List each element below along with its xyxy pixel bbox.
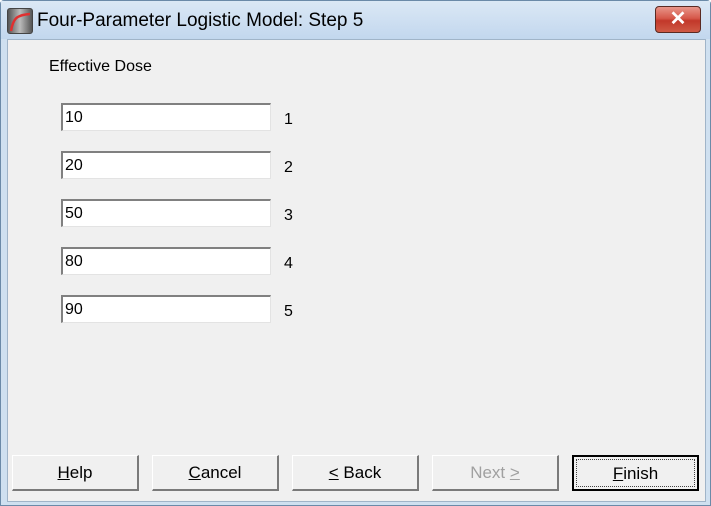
back-label: Back xyxy=(338,463,382,482)
effective-dose-index-3: 3 xyxy=(284,207,293,224)
logistic-curve-icon xyxy=(7,8,33,34)
next-mnemonic: > xyxy=(509,463,520,482)
effective-dose-index-4: 4 xyxy=(284,255,293,272)
finish-mnemonic: F xyxy=(612,464,624,483)
finish-focus-rect: Finish xyxy=(576,459,695,487)
back-mnemonic: < xyxy=(328,463,339,482)
next-button: Next > xyxy=(432,455,559,491)
help-button[interactable]: Help xyxy=(12,455,139,491)
effective-dose-field-5[interactable] xyxy=(61,295,271,323)
effective-dose-index-5: 5 xyxy=(284,303,293,320)
window-title: Four-Parameter Logistic Model: Step 5 xyxy=(37,10,364,31)
effective-dose-field-2[interactable] xyxy=(61,151,271,179)
dialog-body: Effective Dose 1 2 3 4 5 Help Cancel < B… xyxy=(7,39,706,502)
close-button[interactable]: ✕ xyxy=(655,6,701,33)
effective-dose-index-2: 2 xyxy=(284,159,293,176)
dialog-window: Four-Parameter Logistic Model: Step 5 ✕ … xyxy=(0,0,711,506)
effective-dose-label: Effective Dose xyxy=(49,58,152,75)
next-label: Next xyxy=(470,463,510,482)
cancel-mnemonic: C xyxy=(188,463,201,482)
finish-label: inish xyxy=(623,464,659,483)
back-button[interactable]: < Back xyxy=(292,455,419,491)
effective-dose-field-1[interactable] xyxy=(61,103,271,131)
cancel-button[interactable]: Cancel xyxy=(152,455,279,491)
help-label: elp xyxy=(69,463,93,482)
help-mnemonic: H xyxy=(57,463,70,482)
cancel-label: ancel xyxy=(200,463,242,482)
effective-dose-field-4[interactable] xyxy=(61,247,271,275)
effective-dose-field-3[interactable] xyxy=(61,199,271,227)
effective-dose-index-1: 1 xyxy=(284,111,293,128)
finish-button[interactable]: Finish xyxy=(572,455,699,491)
close-icon: ✕ xyxy=(669,8,687,30)
title-bar[interactable]: Four-Parameter Logistic Model: Step 5 ✕ xyxy=(1,1,710,39)
